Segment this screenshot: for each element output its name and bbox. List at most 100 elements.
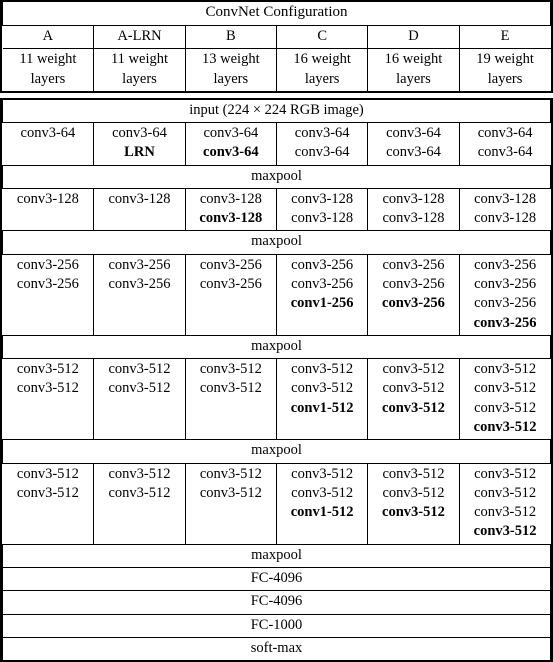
conv-cell-conv128-col4: conv3-128 conv3-128 [275,187,369,232]
layer-label: conv3-64 [203,125,259,142]
maxpool-after-conv512-a-row: maxpool [2,439,551,464]
conv-cell-conv128-col3: conv3-128 conv3-128 [184,187,277,232]
footer-layer-1: maxpool [2,543,551,568]
conv-cell-conv256-col2: conv3-256 conv3-256 [93,253,186,336]
conv-cell-conv64-col5: conv3-64 conv3-64 [367,122,460,166]
conv-cell-conv512-b-col1: conv3-512 conv3-512 [2,462,95,545]
layer-label: conv3-512 [16,380,79,397]
layer-label: conv3-512 [108,465,171,482]
layer-label: conv3-64 [386,144,441,161]
layer-label: conv3-64 [477,125,533,142]
footer-layer-3: FC-4096 [2,590,551,615]
layer-label: conv3-64 [386,125,441,142]
weight-count-a-lrn-line1: 11 weight [110,51,169,68]
conv-cell-conv512-a-col6: conv3-512 conv3-512 conv3-512 conv3-512 [458,358,551,441]
conv-cell-conv512-b-col3: conv3-512 conv3-512 [184,462,277,545]
footer-layer-4-row: FC-1000 [2,613,551,638]
weight-count-b-line2: layers [213,70,249,87]
layer-label: conv1-256 [290,295,354,312]
table-body-block: input (224 × 224 RGB image) conv3-64 conv3… [0,97,553,662]
weight-count-d-line1: 16 weight [384,51,443,68]
conv-block-row-conv128: conv3-128 conv3-128 conv3-128 conv3-128 conv… [2,187,551,232]
weight-count-a: 11 weight layers [2,48,95,91]
layer-label: conv3-512 [382,465,445,482]
layer-label: conv3-512 [474,465,537,482]
column-header-e: E [458,24,551,50]
layer-label: conv3-128 [199,210,263,227]
layer-label: conv3-256 [108,276,171,293]
layer-label: conv3-512 [199,484,262,501]
weight-count-e-line2: layers [487,70,523,87]
layer-label: conv3-512 [474,484,537,501]
layer-label: conv3-128 [291,190,354,207]
layer-label: conv3-256 [16,256,79,273]
layer-label: conv3-128 [199,190,262,207]
weight-count-d-line2: layers [396,70,431,87]
conv-cell-conv128-col1: conv3-128 [2,187,95,232]
conv-cell-conv64-col4: conv3-64 conv3-64 [275,122,369,166]
layer-label: conv3-128 [474,210,537,227]
page-title: ConvNet Configuration [2,2,551,26]
table-page: ConvNet Configuration A A-LRN B C D E 11… [0,0,553,662]
footer-layer-1-row: maxpool [2,543,551,568]
conv-cell-conv256-col6: conv3-256 conv3-256 conv3-256 conv3-256 [458,253,551,336]
layer-label: conv1-512 [290,504,354,521]
column-header-a: A [2,24,95,50]
conv-cell-conv256-col5: conv3-256 conv3-256 conv3-256 [367,253,460,336]
layer-label: conv3-512 [291,380,354,397]
conv-cell-conv256-col3: conv3-256 conv3-256 [184,253,277,336]
table-header-block: ConvNet Configuration A A-LRN B C D E 11… [0,0,553,93]
weight-count-c-line1: 16 weight [293,51,351,68]
table-title-row: ConvNet Configuration [2,2,551,26]
column-header-d: D [367,24,460,50]
layer-label: conv3-512 [474,380,537,397]
layer-label: conv3-512 [382,361,445,378]
layer-label: conv3-256 [382,276,445,293]
layer-label: conv3-128 [291,210,354,227]
conv-cell-conv512-a-col3: conv3-512 conv3-512 [184,358,277,441]
conv-cell-conv256-col4: conv3-256 conv3-256 conv1-256 [275,253,369,336]
weight-count-c: 16 weight layers [275,48,369,91]
layer-label: conv3-256 [473,314,537,331]
layer-label: conv3-128 [382,210,445,227]
column-header-c: C [275,24,369,50]
layer-label: conv3-512 [473,523,537,540]
layer-label: conv3-512 [199,361,262,378]
footer-layer-2-row: FC-4096 [2,566,551,592]
weight-count-e: 19 weight layers [458,48,551,91]
layer-label: conv3-128 [382,190,445,207]
layer-label: conv3-512 [16,484,79,501]
weight-layer-count-row: 11 weight layers 11 weight layers 13 wei… [2,48,551,91]
layer-label: conv3-512 [291,484,354,501]
layer-label: conv3-128 [16,190,79,207]
layer-label: conv3-256 [382,295,445,312]
layer-label: conv3-512 [108,380,171,397]
layer-label: conv3-512 [291,361,354,378]
layer-label: conv3-128 [474,190,537,207]
weight-count-d: 16 weight layers [367,48,460,91]
footer-layer-5: soft-max [2,636,551,661]
maxpool-after-conv128: maxpool [2,230,551,255]
layer-label: conv3-512 [108,361,171,378]
conv-cell-conv64-col3: conv3-64 conv3-64 [184,122,277,166]
layer-label: conv3-512 [382,484,445,501]
layer-label: conv3-512 [199,380,262,397]
maxpool-after-conv64-row: maxpool [2,164,551,189]
layer-label: conv3-256 [16,276,79,293]
layer-label: conv3-64 [112,125,167,142]
layer-label: conv3-256 [199,256,262,273]
conv-block-row-conv512-b: conv3-512 conv3-512 conv3-512 conv3-512 conv… [2,462,551,545]
maxpool-after-conv256-row: maxpool [2,334,551,360]
conv-cell-conv512-b-col4: conv3-512 conv3-512 conv1-512 [275,462,369,545]
conv-cell-conv512-a-col2: conv3-512 conv3-512 [93,358,186,441]
conv-cell-conv256-col1: conv3-256 conv3-256 [2,253,95,336]
layer-label: conv3-64 [477,144,533,161]
conv-cell-conv64-col1: conv3-64 [2,122,95,166]
footer-layer-5-row: soft-max [2,636,551,661]
layer-label: conv3-512 [291,465,354,482]
layer-label: conv3-256 [474,276,537,293]
input-layer: input (224 × 224 RGB image) [2,99,551,124]
layer-label: conv1-512 [290,399,354,416]
weight-count-b-line1: 13 weight [202,51,260,68]
weight-count-c-line2: layers [304,70,340,87]
